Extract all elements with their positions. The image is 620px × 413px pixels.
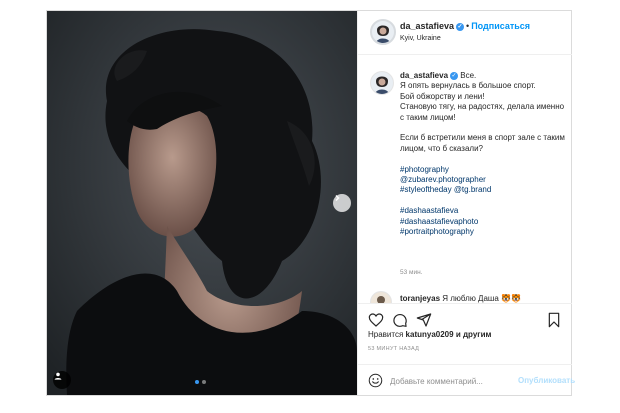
- caption-hashtags[interactable]: #photography @zubarev.photographer #styl…: [400, 165, 491, 236]
- post-photo[interactable]: [47, 11, 357, 395]
- caption-time: 53 мин.: [400, 269, 423, 276]
- comments-section: da_astafieva ✓ Все. Я опять вернулась в б…: [358, 55, 572, 303]
- carousel-indicator: [195, 380, 206, 384]
- likes-user[interactable]: katunya0209: [406, 330, 454, 339]
- comment-input[interactable]: [390, 373, 516, 389]
- caption-text: Все. Я опять вернулась в большое спорт. …: [400, 71, 565, 153]
- likes-prefix: Нравится: [368, 330, 404, 339]
- separator-dot: •: [466, 21, 470, 31]
- caption-username[interactable]: da_astafieva: [400, 71, 448, 80]
- carousel-dot: [202, 380, 206, 384]
- next-arrow-icon: [335, 195, 340, 201]
- emoji-icon[interactable]: [368, 373, 383, 388]
- location-link[interactable]: Kyiv, Ukraine: [400, 35, 441, 42]
- share-icon[interactable]: [416, 312, 432, 328]
- header-username[interactable]: da_astafieva: [400, 21, 454, 31]
- comment-avatar[interactable]: [370, 291, 392, 303]
- post-sidebar: da_astafieva ✓ • Подписаться Kyiv, Ukraine …: [357, 11, 575, 396]
- comment-username[interactable]: toranjeyas: [400, 294, 440, 303]
- follow-button[interactable]: Подписаться: [471, 21, 530, 31]
- avatar[interactable]: [370, 19, 396, 45]
- comment-icon[interactable]: [392, 312, 408, 328]
- tagged-users-button[interactable]: [53, 371, 71, 389]
- add-comment-bar: Опубликовать: [358, 364, 575, 396]
- portrait-image: [47, 11, 357, 395]
- comment-text: Я люблю Даша 🐯🐯: [442, 294, 521, 303]
- heart-icon[interactable]: [368, 312, 384, 328]
- header-user-line: da_astafieva ✓ • Подписаться: [400, 21, 530, 31]
- likes-line: Нравится katunya0209 и другим: [368, 330, 491, 339]
- caption-avatar[interactable]: [370, 71, 394, 95]
- publish-button[interactable]: Опубликовать: [518, 376, 575, 385]
- bookmark-icon[interactable]: [546, 312, 562, 328]
- caption: da_astafieva ✓ Все. Я опять вернулась в б…: [400, 71, 566, 238]
- comment-item: toranjeyas Я люблю Даша 🐯🐯: [400, 294, 521, 303]
- carousel-dot-active: [195, 380, 199, 384]
- user-tag-icon: [54, 372, 62, 380]
- post-timestamp[interactable]: 53 МИНУТ НАЗАД: [368, 346, 419, 352]
- verified-icon: ✓: [450, 71, 459, 80]
- verified-icon: ✓: [456, 22, 465, 31]
- next-photo-button[interactable]: [333, 194, 351, 212]
- likes-others[interactable]: и другим: [456, 330, 492, 339]
- post-card: da_astafieva ✓ • Подписаться Kyiv, Ukraine …: [46, 10, 575, 396]
- post-header: da_astafieva ✓ • Подписаться Kyiv, Ukraine: [358, 11, 572, 55]
